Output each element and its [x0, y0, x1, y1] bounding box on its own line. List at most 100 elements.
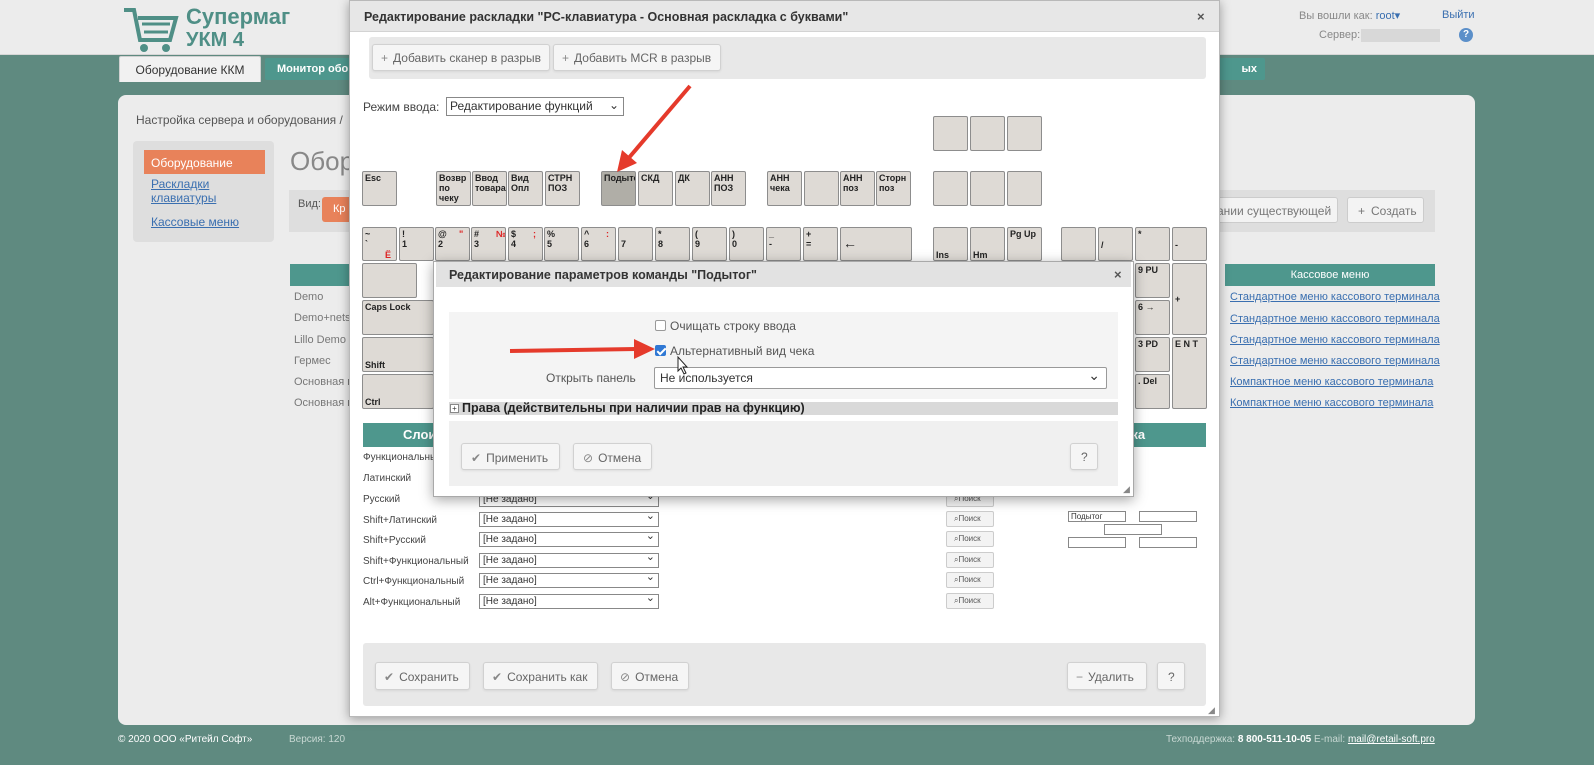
- clear-input-checkbox[interactable]: [655, 320, 666, 331]
- list-item[interactable]: Гермес: [294, 355, 331, 367]
- search-button[interactable]: ⌕Поиск: [946, 572, 994, 588]
- key-caps-lock[interactable]: Caps Lock: [362, 300, 434, 335]
- menu-link[interactable]: Стандартное меню кассового терминала: [1230, 313, 1440, 325]
- menu-link[interactable]: Стандартное меню кассового терминала: [1230, 291, 1440, 303]
- alt-receipt-checkbox[interactable]: [655, 345, 666, 356]
- close-icon[interactable]: ×: [1197, 9, 1205, 24]
- left-menu-item-layouts[interactable]: Раскладки клавиатуры: [151, 177, 241, 205]
- key-num-del[interactable]: . Del: [1135, 374, 1170, 409]
- layer-select[interactable]: [Не задано]: [479, 571, 659, 588]
- menu-link[interactable]: Компактное меню кассового терминала: [1230, 397, 1433, 409]
- key-home[interactable]: Hm: [970, 227, 1005, 261]
- save-as-button[interactable]: ✔ Сохранить как: [483, 662, 598, 690]
- key-void-position[interactable]: СТРН ПОЗ: [545, 171, 580, 206]
- email-link[interactable]: mail@retail-soft.pro: [1348, 734, 1435, 745]
- save-button[interactable]: ✔ Сохранить: [375, 662, 470, 690]
- keyboard-key[interactable]: @ " 2: [435, 227, 470, 261]
- app-logo[interactable]: Супермаг УКМ 4: [122, 2, 290, 52]
- left-menu-item-menus[interactable]: Кассовые меню: [151, 215, 239, 229]
- keyboard-key[interactable]: [933, 116, 968, 151]
- key-cancel-position-2[interactable]: АНН поз: [840, 171, 875, 206]
- help-button[interactable]: ?: [1070, 443, 1098, 470]
- search-button[interactable]: ⌕Поиск: [946, 552, 994, 568]
- apply-button[interactable]: ✔ Применить: [461, 443, 560, 470]
- tab-monitor[interactable]: Монитор обор: [265, 58, 355, 80]
- keyboard-key[interactable]: + =: [803, 227, 838, 261]
- delete-button[interactable]: − Удалить: [1067, 662, 1147, 690]
- search-button[interactable]: ⌕Поиск: [946, 531, 994, 547]
- key-cancel-receipt[interactable]: АНН чека: [767, 171, 802, 206]
- open-panel-select[interactable]: Не используется: [654, 367, 1107, 389]
- keyboard-key[interactable]: % 5: [544, 227, 579, 261]
- left-menu-item-equipment[interactable]: Оборудование: [144, 150, 265, 174]
- keyboard-key[interactable]: ) 0: [729, 227, 764, 261]
- tab-equipment[interactable]: Оборудование ККМ: [119, 56, 261, 82]
- view-button[interactable]: Кр: [322, 197, 352, 222]
- mode-select[interactable]: Редактирование функций ⌄: [446, 97, 624, 116]
- add-scanner-button[interactable]: + Добавить сканер в разрыв: [372, 44, 550, 71]
- chevron-down-icon[interactable]: ▾: [1395, 10, 1401, 22]
- list-item[interactable]: Lillo Demo: [294, 334, 346, 346]
- keyboard-key[interactable]: [804, 171, 839, 206]
- key-dk[interactable]: ДК: [675, 171, 710, 206]
- key-subtotal[interactable]: Подытог: [601, 171, 636, 206]
- keyboard-key[interactable]: ~ ` Ё: [362, 227, 397, 261]
- keyboard-key[interactable]: [1061, 227, 1096, 261]
- close-icon[interactable]: ×: [1114, 267, 1122, 282]
- alt-receipt-option[interactable]: Альтернативный вид чека: [655, 344, 814, 358]
- grid-cell[interactable]: [1139, 537, 1197, 548]
- create-from-existing-button[interactable]: ании существующей: [1210, 197, 1338, 223]
- help-button[interactable]: ?: [1157, 662, 1185, 690]
- list-item[interactable]: Demo+nets: [294, 312, 351, 324]
- keyboard-key[interactable]: ^:6: [581, 227, 616, 261]
- layer-select[interactable]: [Не задано]: [479, 530, 659, 547]
- keyboard-key[interactable]: * 8: [655, 227, 690, 261]
- key-tab[interactable]: [362, 263, 417, 298]
- key-backspace[interactable]: ←: [840, 227, 912, 261]
- key-skd[interactable]: СКД: [638, 171, 673, 206]
- key-num6[interactable]: 6 →: [1135, 300, 1170, 335]
- grid-cell[interactable]: [1104, 524, 1162, 535]
- key-num9[interactable]: 9 PU: [1135, 263, 1170, 298]
- search-button[interactable]: ⌕Поиск: [946, 511, 994, 527]
- key-shift[interactable]: Shift: [362, 337, 434, 372]
- key-star[interactable]: *: [1135, 227, 1170, 261]
- menu-link[interactable]: Компактное меню кассового терминала: [1230, 376, 1433, 388]
- grid-cell[interactable]: [1068, 537, 1126, 548]
- key-plus[interactable]: +: [1172, 263, 1207, 335]
- list-item[interactable]: Основная к: [294, 397, 352, 409]
- key-enter-item[interactable]: Ввод товара: [472, 171, 507, 206]
- keyboard-key[interactable]: [1007, 171, 1042, 206]
- cancel-button[interactable]: ⊘ Отмена: [573, 443, 652, 470]
- keyboard-key[interactable]: [1007, 116, 1042, 151]
- expand-icon[interactable]: +: [450, 404, 459, 413]
- cancel-button[interactable]: ⊘ Отмена: [611, 662, 689, 690]
- resize-icon[interactable]: ◢: [1208, 705, 1215, 716]
- rights-section[interactable]: Права (действительны при наличии прав на…: [449, 402, 1118, 415]
- search-button[interactable]: ⌕Поиск: [946, 593, 994, 609]
- keyboard-key[interactable]: [970, 171, 1005, 206]
- key-num3[interactable]: 3 PD: [1135, 337, 1170, 372]
- key-enter[interactable]: E N T: [1172, 337, 1207, 409]
- key-insert[interactable]: Ins: [933, 227, 968, 261]
- layer-select[interactable]: [Не задано]: [479, 551, 659, 568]
- list-item[interactable]: Основная к: [294, 376, 352, 388]
- grid-cell[interactable]: [1139, 511, 1197, 522]
- help-icon[interactable]: ?: [1459, 28, 1473, 42]
- key-page-up[interactable]: Pg Up: [1007, 227, 1042, 261]
- create-button[interactable]: + Создать: [1347, 197, 1424, 223]
- key-return-receipt[interactable]: Возвр по чеку: [436, 171, 471, 206]
- layer-select[interactable]: [Не задано]: [479, 510, 659, 527]
- key-minus[interactable]: -: [1172, 227, 1207, 261]
- menu-link[interactable]: Стандартное меню кассового терминала: [1230, 334, 1440, 346]
- keyboard-key[interactable]: 7: [618, 227, 653, 261]
- grid-cell[interactable]: Подытог: [1068, 511, 1126, 522]
- add-mcr-button[interactable]: + Добавить MCR в разрыв: [553, 44, 721, 71]
- keyboard-key[interactable]: # № 3: [471, 227, 506, 261]
- user-name-link[interactable]: root: [1376, 10, 1395, 22]
- keyboard-key[interactable]: _ -: [766, 227, 801, 261]
- key-esc[interactable]: Esc: [362, 171, 397, 206]
- logout-link[interactable]: Выйти: [1442, 9, 1475, 21]
- keyboard-key[interactable]: [970, 116, 1005, 151]
- key-storno[interactable]: Сторн поз: [876, 171, 911, 206]
